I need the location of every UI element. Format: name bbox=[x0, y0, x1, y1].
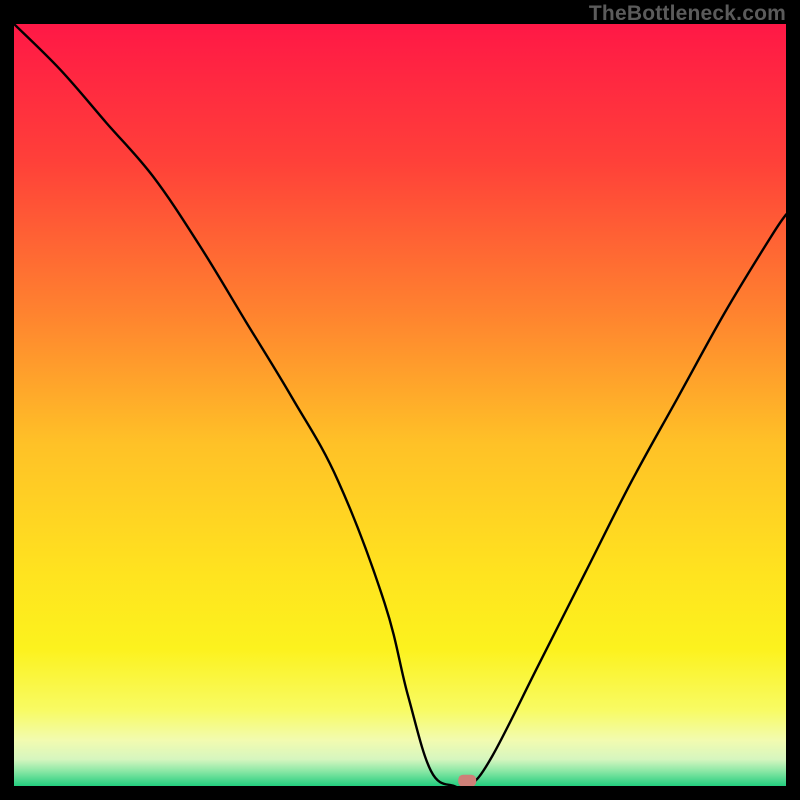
optimal-marker bbox=[458, 775, 476, 786]
chart-frame bbox=[14, 24, 786, 786]
bottleneck-chart bbox=[14, 24, 786, 786]
gradient-background bbox=[14, 24, 786, 786]
watermark-text: TheBottleneck.com bbox=[589, 2, 786, 26]
